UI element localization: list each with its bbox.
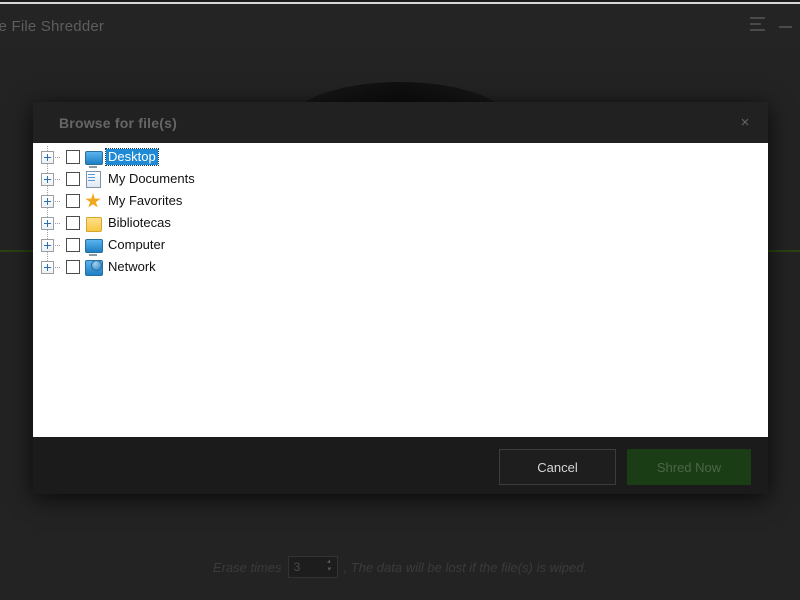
erase-times-value: 3 <box>293 560 301 574</box>
file-tree-list: Desktop My Documents My Favorites Bibliotec… <box>33 143 768 278</box>
menu-line-3 <box>750 29 765 31</box>
tree-connector-dash <box>53 244 60 246</box>
tree-item-checkbox[interactable] <box>66 194 80 208</box>
erase-times-label: Erase times <box>212 559 282 575</box>
expand-plus-icon[interactable] <box>41 150 54 164</box>
tree-item-label: My Favorites <box>108 193 183 208</box>
tree-item-checkbox[interactable] <box>66 260 80 274</box>
app-titlebar: ee File Shredder <box>0 2 800 48</box>
tree-item[interactable]: Network <box>33 256 768 278</box>
titlebar-controls <box>750 17 792 31</box>
erase-times-row: Erase times 3 ▴ ▾ , The data will be los… <box>0 556 800 578</box>
stepper-arrows[interactable]: ▴ ▾ <box>327 558 331 573</box>
expand-plus-icon[interactable] <box>41 238 54 252</box>
tree-item-checkbox[interactable] <box>66 238 80 252</box>
minimize-icon[interactable] <box>779 26 792 28</box>
tree-item-label: Network <box>108 259 156 274</box>
star-icon <box>85 193 101 209</box>
tree-item-label: Desktop <box>105 148 159 166</box>
browse-files-dialog: Browse for file(s) × Desktop My Documents… <box>33 102 768 494</box>
stepper-down-icon[interactable]: ▾ <box>327 566 331 573</box>
document-icon <box>85 171 101 188</box>
tree-item[interactable]: Desktop <box>33 146 768 168</box>
tree-item-label: My Documents <box>108 171 195 186</box>
tree-item[interactable]: My Favorites <box>33 190 768 212</box>
dialog-title: Browse for file(s) <box>59 115 177 131</box>
dialog-footer: Cancel Shred Now <box>33 437 768 494</box>
shred-now-button[interactable]: Shred Now <box>627 449 751 485</box>
star-icon-art <box>85 193 101 208</box>
expand-plus-icon[interactable] <box>41 194 54 208</box>
app-title: ee File Shredder <box>0 18 105 35</box>
monitor-icon-art <box>85 239 103 253</box>
tree-item-label: Bibliotecas <box>108 215 171 230</box>
file-tree-panel[interactable]: Desktop My Documents My Favorites Bibliotec… <box>33 143 768 437</box>
tree-connector-dash <box>53 222 60 224</box>
tree-connector-dash <box>53 200 60 202</box>
tree-item-checkbox[interactable] <box>66 172 80 186</box>
dialog-header: Browse for file(s) × <box>33 102 768 143</box>
close-icon[interactable]: × <box>734 112 756 134</box>
monitor-icon-art <box>85 151 103 165</box>
tree-connector-dash <box>53 156 60 158</box>
monitor-icon <box>85 149 103 165</box>
tree-connector-dash <box>53 178 60 180</box>
erase-times-note: , The data will be lost if the file(s) i… <box>343 559 588 575</box>
tree-item[interactable]: My Documents <box>33 168 768 190</box>
folder-icon <box>85 215 102 232</box>
folder-icon-art <box>86 217 102 232</box>
expand-plus-icon[interactable] <box>41 216 54 230</box>
tree-item-checkbox[interactable] <box>66 150 80 164</box>
tree-item[interactable]: Computer <box>33 234 768 256</box>
menu-line-2 <box>750 23 761 25</box>
app-window: ee File Shredder Erase times 3 ▴ ▾ , The… <box>0 0 800 600</box>
cancel-button[interactable]: Cancel <box>499 449 616 485</box>
menu-line-1 <box>750 17 765 19</box>
document-icon-art <box>86 171 101 188</box>
network-icon-art <box>85 260 103 276</box>
tree-item[interactable]: Bibliotecas <box>33 212 768 234</box>
stepper-up-icon[interactable]: ▴ <box>327 558 331 565</box>
list-menu-icon[interactable] <box>750 17 765 31</box>
monitor-icon <box>85 237 103 253</box>
expand-plus-icon[interactable] <box>41 260 54 274</box>
erase-times-stepper[interactable]: 3 ▴ ▾ <box>287 556 338 578</box>
network-icon <box>85 259 103 276</box>
tree-item-checkbox[interactable] <box>66 216 80 230</box>
tree-item-label: Computer <box>108 237 166 252</box>
expand-plus-icon[interactable] <box>41 172 54 186</box>
tree-connector-dash <box>53 266 60 268</box>
